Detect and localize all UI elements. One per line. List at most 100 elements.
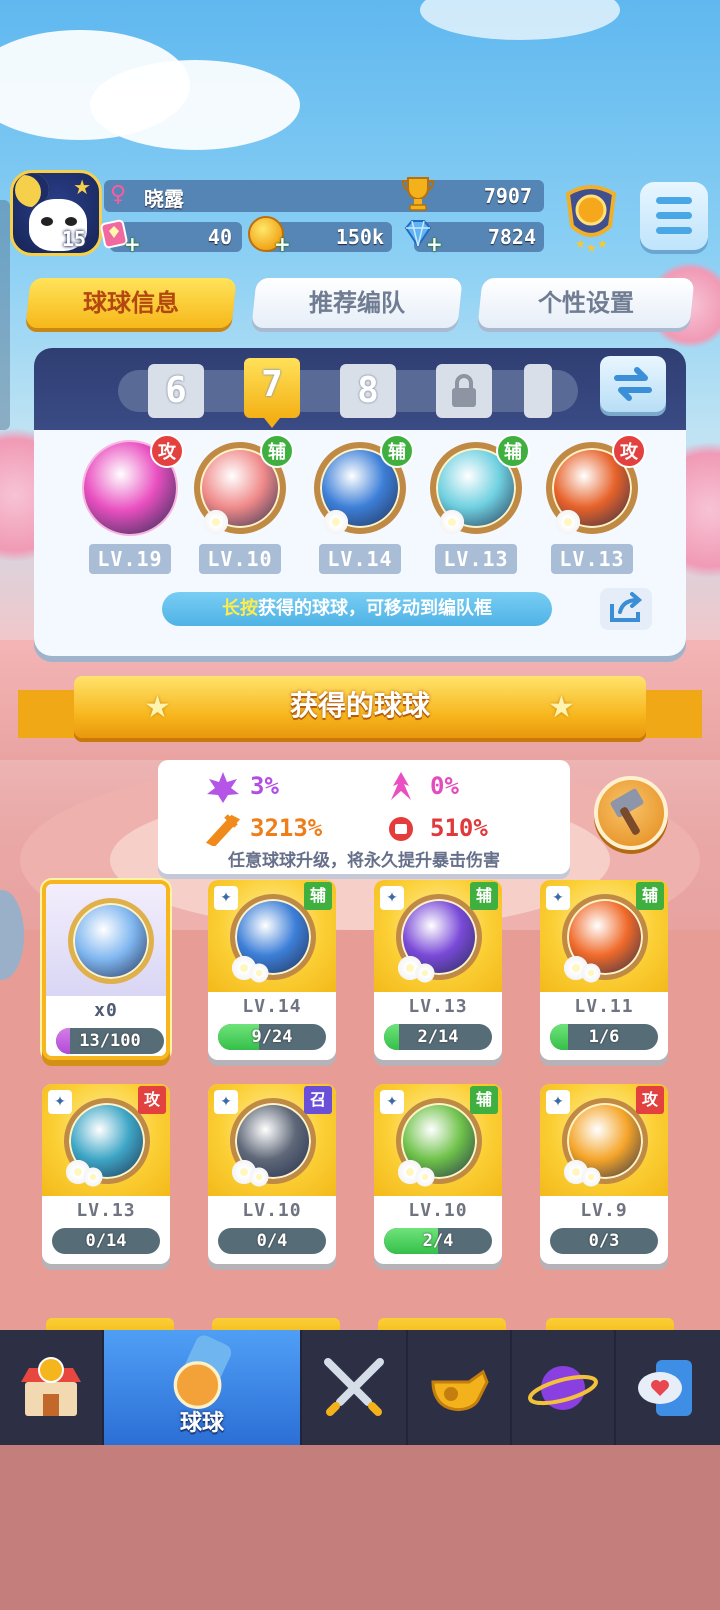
team-ball[interactable]: 辅 <box>190 434 294 538</box>
ball-card[interactable]: ✦ 辅 LV.14 9/24 <box>208 880 336 1060</box>
svg-text:★: ★ <box>586 241 597 254</box>
crit-rate-icon <box>207 772 239 803</box>
flower-icon <box>580 962 602 984</box>
team-slot-6[interactable]: 6 <box>148 364 204 418</box>
ball-level: LV.13 <box>408 996 468 1017</box>
ball-card[interactable]: ✦ 辅 LV.10 2/4 <box>374 1084 502 1264</box>
pin-icon[interactable]: ✦ <box>380 1090 404 1114</box>
upgrade-hammer-button[interactable] <box>594 776 668 850</box>
fist-burst-icon <box>389 817 413 841</box>
pin-icon[interactable]: ✦ <box>546 886 570 910</box>
female-icon: ♀ <box>110 182 127 207</box>
flower-icon <box>202 508 230 536</box>
crit-boost-icon <box>391 772 411 800</box>
ball-type-tag: 辅 <box>260 434 294 468</box>
hint-highlight: 长按 <box>222 598 258 619</box>
nav-planet[interactable] <box>512 1330 616 1445</box>
share-button[interactable] <box>600 588 652 630</box>
tab-ball-info[interactable]: 球球信息 <box>25 278 237 328</box>
ball-type-tag: 辅 <box>304 882 332 910</box>
pin-icon[interactable]: ✦ <box>214 1090 238 1114</box>
ball-card[interactable]: ✦ 攻 LV.13 0/14 <box>42 1084 170 1264</box>
star-icon: ★ <box>144 690 171 725</box>
crit-bonus-value: 510% <box>430 814 488 842</box>
crit-rate-value: 3% <box>250 772 279 800</box>
shop-icon <box>21 1357 81 1416</box>
team-ball-level: LV.10 <box>199 544 281 574</box>
ball-type-tag: 攻 <box>636 1086 664 1114</box>
special-ball-card[interactable]: x0 13/100 <box>42 880 170 1060</box>
star-icon: ★ <box>73 175 91 199</box>
share-icon <box>610 592 643 622</box>
team-ball[interactable]: 辅 <box>310 434 414 538</box>
tab-label: 推荐编队 <box>309 289 405 317</box>
ball-level: LV.10 <box>408 1200 468 1221</box>
ball-card[interactable]: ✦ 攻 LV.9 0/3 <box>540 1084 668 1264</box>
flower-icon <box>414 1166 436 1188</box>
crit-stats-card: 3% 0% 3213% 510% 任意球球升级，将永久提升暴击伤害 <box>158 760 570 874</box>
nav-whistle[interactable] <box>408 1330 512 1445</box>
ball-type-tag: 辅 <box>496 434 530 468</box>
team-slot-8[interactable]: 8 <box>340 364 396 418</box>
team-ball-level: LV.13 <box>551 544 633 574</box>
progress-text: 2/4 <box>422 1231 454 1251</box>
ball-card[interactable]: ✦ 召 LV.10 0/4 <box>208 1084 336 1264</box>
team-ball[interactable]: 攻 <box>80 434 184 538</box>
flower-icon <box>414 962 436 984</box>
progress-text: 0/3 <box>588 1231 620 1251</box>
ball-card[interactable]: ✦ 辅 LV.11 1/6 <box>540 880 668 1060</box>
progress-text: 0/14 <box>85 1231 127 1251</box>
ball-type-tag: 辅 <box>470 882 498 910</box>
diamond-bar[interactable]: + 7824 <box>404 220 544 256</box>
ball-card[interactable]: ✦ 辅 LV.13 2/14 <box>374 880 502 1060</box>
flower-icon <box>322 508 350 536</box>
pin-icon[interactable]: ✦ <box>48 1090 72 1114</box>
ball-type-tag: 攻 <box>612 434 646 468</box>
nav-social[interactable] <box>616 1330 720 1445</box>
ball-type-tag: 攻 <box>150 434 184 468</box>
pin-icon[interactable]: ✦ <box>214 886 238 910</box>
rank-emblem-icon[interactable]: ★ ★ ★ <box>558 182 624 254</box>
pin-icon[interactable]: ✦ <box>546 1090 570 1114</box>
upgrade-progress-bar: 1/6 <box>550 1024 658 1050</box>
cloud-decoration <box>90 60 300 150</box>
team-slot-partial[interactable] <box>524 364 552 418</box>
menu-line <box>656 227 692 234</box>
nav-balls[interactable]: 球球 <box>104 1330 302 1445</box>
team-ball-level: LV.19 <box>89 544 171 574</box>
gem-bar[interactable]: + 40 <box>100 219 242 256</box>
crit-damage-value: 3213% <box>250 814 323 842</box>
upgrade-progress-bar: 9/24 <box>218 1024 326 1050</box>
team-ball[interactable]: 攻 <box>542 434 646 538</box>
ball-potion-icon <box>173 1335 232 1409</box>
ball-type-tag: 攻 <box>138 1086 166 1114</box>
flower-icon <box>248 962 270 984</box>
nav-battle[interactable] <box>302 1330 408 1445</box>
crit-boost-value: 0% <box>430 772 459 800</box>
add-icon: + <box>124 232 141 256</box>
team-panel: 6 7 8 攻 LV.19 辅 LV.10 辅 LV.14 辅 LV.13 攻 LV.13 长按获… <box>34 348 686 656</box>
upgrade-progress-bar: 0/14 <box>52 1228 160 1254</box>
pin-icon[interactable]: ✦ <box>380 886 404 910</box>
tab-personal-settings[interactable]: 个性设置 <box>477 278 695 328</box>
ball-level: LV.11 <box>574 996 634 1017</box>
team-ball[interactable]: 辅 <box>426 434 530 538</box>
team-slot-locked[interactable] <box>436 364 492 418</box>
player-avatar[interactable]: ★ <box>10 170 102 256</box>
ball-level: LV.9 <box>580 1200 628 1221</box>
whistle-icon <box>431 1369 489 1412</box>
swap-team-button[interactable] <box>600 356 666 412</box>
menu-button[interactable] <box>640 182 708 250</box>
sword-slash-icon <box>206 814 240 846</box>
avatar-eye <box>41 217 53 226</box>
tab-recommended-team[interactable]: 推荐编队 <box>251 278 463 328</box>
progress-text: 13/100 <box>79 1031 141 1051</box>
flower-icon <box>580 1166 602 1188</box>
coin-bar[interactable]: + 150k <box>248 216 392 256</box>
crossed-swords-icon <box>324 1358 384 1416</box>
team-slot-7[interactable]: 7 <box>244 358 300 428</box>
menu-line <box>656 212 692 219</box>
nav-shop[interactable] <box>0 1330 104 1445</box>
player-level-badge: 15 <box>62 227 87 251</box>
ball-orb-icon <box>68 898 154 984</box>
